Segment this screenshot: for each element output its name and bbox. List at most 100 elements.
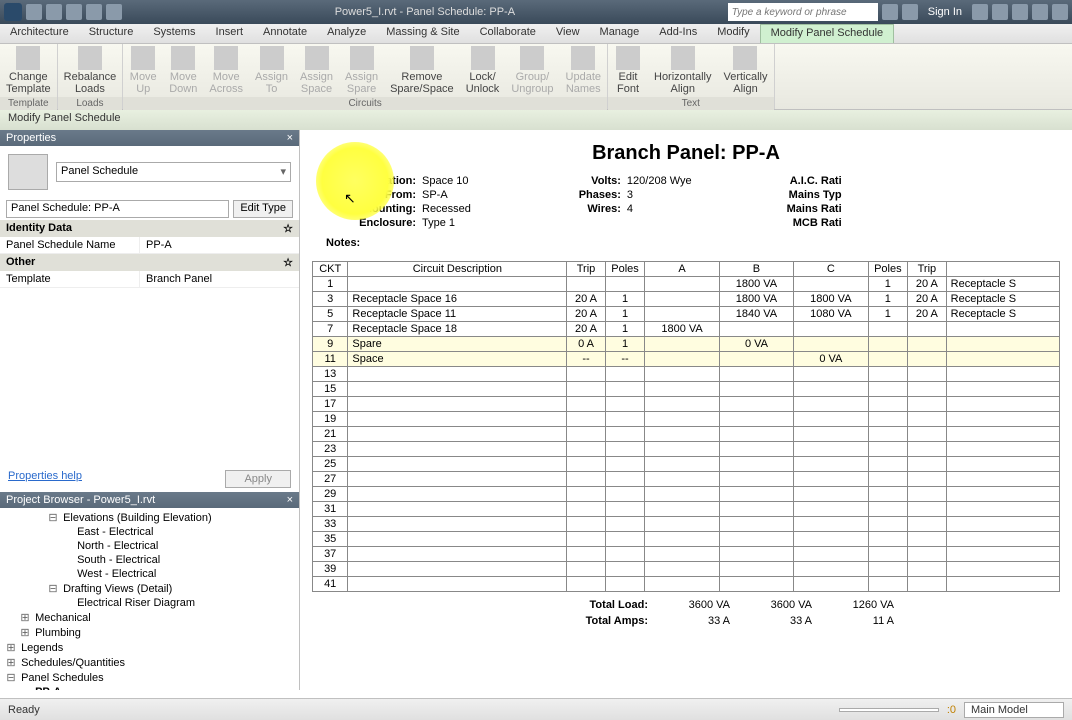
table-cell[interactable] [794, 502, 868, 517]
table-cell[interactable] [605, 382, 645, 397]
tree-label[interactable]: East - Electrical [75, 526, 155, 538]
table-row[interactable]: 3Receptacle Space 1620 A11800 VA1800 VA1… [313, 292, 1060, 307]
table-cell[interactable] [946, 547, 1059, 562]
table-cell[interactable]: Receptacle S [946, 307, 1059, 322]
table-cell[interactable]: 33 [313, 517, 348, 532]
table-cell[interactable] [908, 382, 947, 397]
table-header[interactable]: Poles [868, 262, 908, 277]
table-cell[interactable] [908, 427, 947, 442]
close-icon[interactable] [1052, 4, 1068, 20]
table-cell[interactable]: 0 VA [794, 352, 868, 367]
table-cell[interactable] [645, 412, 719, 427]
save-icon[interactable] [46, 4, 62, 20]
table-row[interactable]: 17 [313, 397, 1060, 412]
tree-expander-icon[interactable]: ⊞ [20, 626, 30, 639]
apply-button[interactable]: Apply [225, 470, 291, 488]
tree-node[interactable]: ⊞ Mechanical [2, 610, 297, 625]
ribbon-tab[interactable]: Annotate [253, 24, 317, 43]
table-cell[interactable] [868, 547, 908, 562]
table-cell[interactable]: 20 A [567, 292, 606, 307]
tree-label[interactable]: North - Electrical [75, 540, 160, 552]
table-cell[interactable]: 35 [313, 532, 348, 547]
tree-node[interactable]: ⊟ Panel Schedules [2, 670, 297, 685]
tree-label[interactable]: Mechanical [33, 612, 93, 624]
table-cell[interactable] [645, 292, 719, 307]
table-cell[interactable] [719, 412, 793, 427]
table-cell[interactable] [794, 487, 868, 502]
table-cell[interactable] [567, 277, 606, 292]
tree-label[interactable]: Plumbing [33, 627, 83, 639]
project-browser[interactable]: ⊟ Elevations (Building Elevation) East -… [0, 508, 299, 690]
table-cell[interactable] [719, 322, 793, 337]
table-cell[interactable] [645, 427, 719, 442]
table-cell[interactable]: 15 [313, 382, 348, 397]
table-header[interactable]: Trip [567, 262, 606, 277]
type-selector[interactable]: Panel Schedule [56, 162, 291, 182]
table-cell[interactable] [908, 547, 947, 562]
help-icon[interactable] [992, 4, 1008, 20]
table-cell[interactable]: Receptacle Space 18 [348, 322, 567, 337]
table-cell[interactable] [908, 472, 947, 487]
table-row[interactable]: 25 [313, 457, 1060, 472]
table-cell[interactable] [348, 427, 567, 442]
section-identity-data[interactable]: Identity Data☆ [0, 220, 299, 237]
table-cell[interactable] [946, 427, 1059, 442]
table-cell[interactable] [605, 487, 645, 502]
table-cell[interactable] [908, 457, 947, 472]
table-cell[interactable] [645, 502, 719, 517]
ribbon-tab[interactable]: Architecture [0, 24, 79, 43]
table-cell[interactable] [605, 562, 645, 577]
tree-label[interactable]: Schedules/Quantities [19, 657, 127, 669]
table-row[interactable]: 19 [313, 412, 1060, 427]
table-cell[interactable]: 1 [313, 277, 348, 292]
table-row[interactable]: 13 [313, 367, 1060, 382]
section-other[interactable]: Other☆ [0, 254, 299, 271]
table-row[interactable]: 37 [313, 547, 1060, 562]
table-cell[interactable]: 1800 VA [794, 292, 868, 307]
table-cell[interactable] [567, 502, 606, 517]
table-cell[interactable] [605, 457, 645, 472]
table-cell[interactable] [908, 562, 947, 577]
table-cell[interactable] [605, 442, 645, 457]
table-cell[interactable] [868, 412, 908, 427]
table-cell[interactable] [908, 502, 947, 517]
table-cell[interactable]: Receptacle S [946, 292, 1059, 307]
table-cell[interactable]: 17 [313, 397, 348, 412]
table-cell[interactable] [868, 532, 908, 547]
table-header[interactable]: B [719, 262, 793, 277]
tree-expander-icon[interactable]: ⊞ [6, 641, 16, 654]
table-cell[interactable] [794, 382, 868, 397]
table-header[interactable]: Circuit Description [348, 262, 567, 277]
table-cell[interactable] [946, 397, 1059, 412]
table-cell[interactable] [605, 397, 645, 412]
table-cell[interactable]: 1800 VA [719, 292, 793, 307]
table-cell[interactable] [645, 277, 719, 292]
ribbon-tab[interactable]: Add-Ins [649, 24, 707, 43]
tree-label[interactable]: West - Electrical [75, 568, 158, 580]
ribbon-tab[interactable]: Modify [707, 24, 759, 43]
table-cell[interactable] [946, 457, 1059, 472]
table-cell[interactable]: Space [348, 352, 567, 367]
table-cell[interactable]: 19 [313, 412, 348, 427]
table-cell[interactable]: 20 A [908, 292, 947, 307]
table-cell[interactable]: Receptacle Space 16 [348, 292, 567, 307]
ribbon-tab[interactable]: Systems [143, 24, 205, 43]
table-cell[interactable] [348, 577, 567, 592]
table-cell[interactable]: Receptacle S [946, 277, 1059, 292]
table-cell[interactable] [908, 487, 947, 502]
table-cell[interactable] [946, 412, 1059, 427]
tree-node[interactable]: Electrical Riser Diagram [2, 596, 297, 610]
table-cell[interactable]: -- [605, 352, 645, 367]
table-cell[interactable] [605, 367, 645, 382]
table-cell[interactable]: 1 [605, 307, 645, 322]
table-row[interactable]: 31 [313, 502, 1060, 517]
table-cell[interactable] [567, 562, 606, 577]
tree-label[interactable]: Drafting Views (Detail) [61, 583, 174, 595]
tree-expander-icon[interactable]: ⊟ [48, 582, 58, 595]
properties-close-icon[interactable]: × [287, 132, 293, 144]
table-cell[interactable] [794, 442, 868, 457]
table-row[interactable]: 11Space----0 VA [313, 352, 1060, 367]
ribbon-tab[interactable]: Structure [79, 24, 144, 43]
table-cell[interactable] [794, 277, 868, 292]
table-cell[interactable]: Receptacle Space 11 [348, 307, 567, 322]
